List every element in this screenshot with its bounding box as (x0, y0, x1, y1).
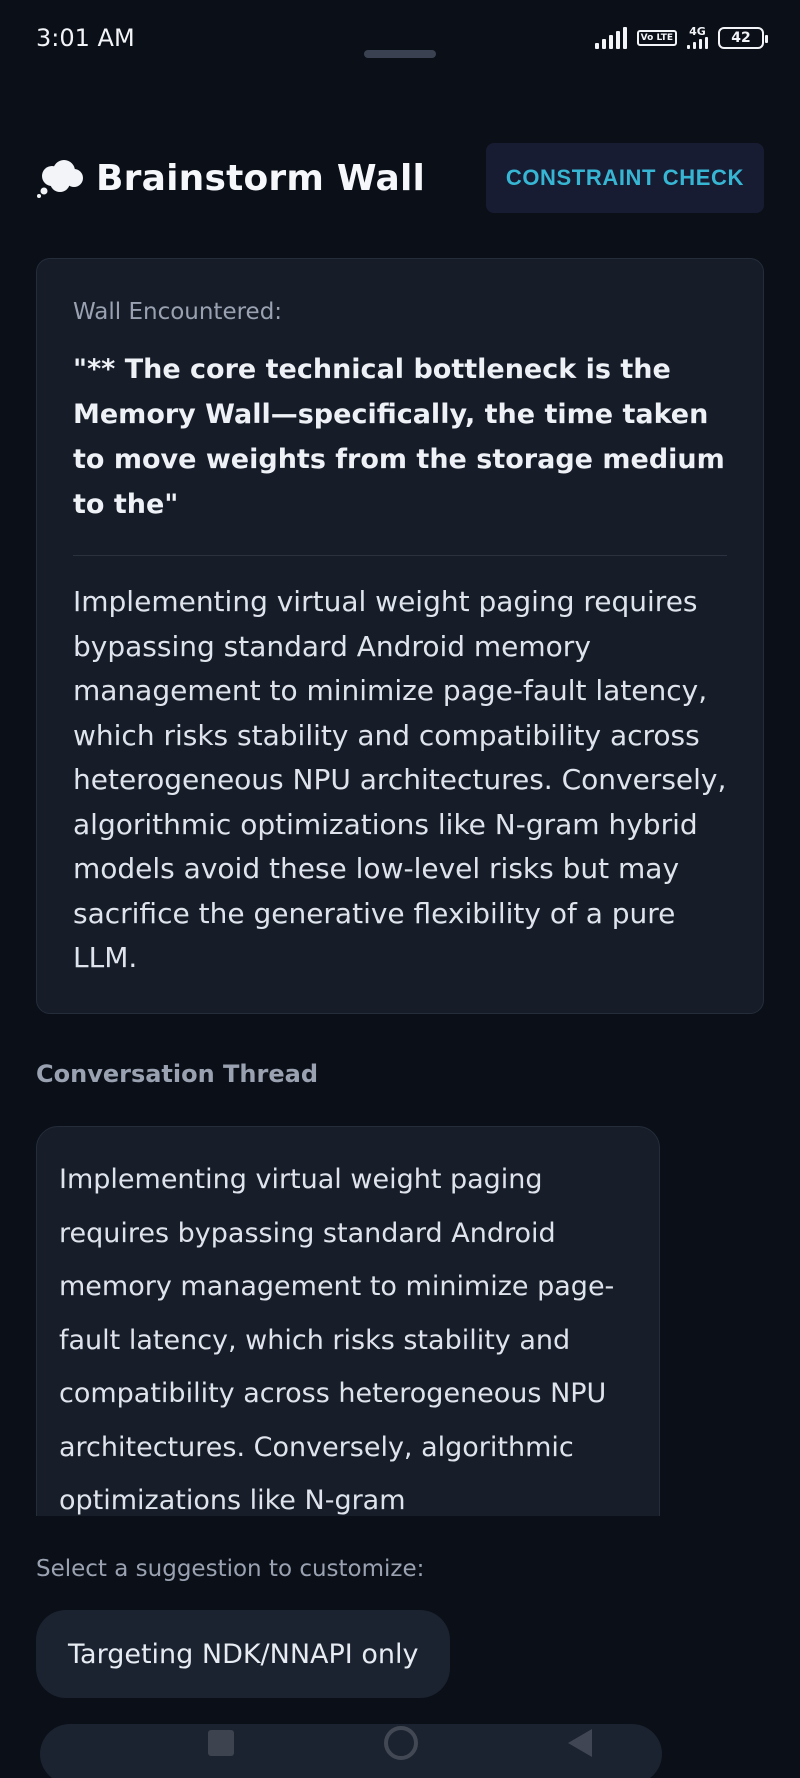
page-title: Brainstorm Wall (96, 157, 426, 199)
volte-icon: Vo LTE (636, 29, 677, 46)
wall-quote: "** The core technical bottleneck is the… (73, 354, 725, 520)
back-icon[interactable] (568, 1729, 592, 1757)
signal-icon (594, 26, 627, 49)
battery-icon: 42 (718, 26, 768, 49)
status-time: 3:01 AM (36, 24, 135, 52)
wall-divider (73, 555, 727, 556)
network-type-label: 4G (689, 25, 706, 38)
signal-2-icon (687, 37, 708, 49)
wall-label: Wall Encountered: (73, 299, 283, 325)
thought-cloud-icon (37, 160, 83, 198)
home-icon[interactable] (384, 1726, 418, 1760)
battery-level: 42 (731, 29, 751, 46)
constraint-check-button[interactable]: CONSTRAINT CHECK (485, 143, 764, 213)
status-icons: Vo LTE 4G 42 (594, 26, 768, 49)
app-screen: 3:01 AM Vo LTE 4G 42 Brainstorm Wall CON… (0, 0, 800, 1778)
conversation-heading: Conversation Thread (36, 1060, 318, 1088)
network-type-icon: 4G (687, 26, 708, 49)
suggestion-chip[interactable]: Targeting NDK/NNAPI only (36, 1610, 451, 1698)
message-bubble: Implementing virtual weight paging requi… (36, 1126, 660, 1516)
navigation-bar (0, 1708, 800, 1778)
status-bar: 3:01 AM Vo LTE 4G 42 (0, 0, 800, 80)
drag-handle[interactable] (364, 50, 436, 58)
suggestion-label: Select a suggestion to customize: (36, 1556, 425, 1582)
conversation-thread[interactable]: Implementing virtual weight paging requi… (36, 1126, 660, 1516)
wall-body: Implementing virtual weight paging requi… (73, 585, 727, 974)
header: Brainstorm Wall CONSTRAINT CHECK (36, 142, 764, 214)
recents-icon[interactable] (208, 1730, 234, 1756)
wall-card: Wall Encountered: "** The core technical… (36, 258, 764, 1014)
title-wrap: Brainstorm Wall (36, 158, 425, 199)
